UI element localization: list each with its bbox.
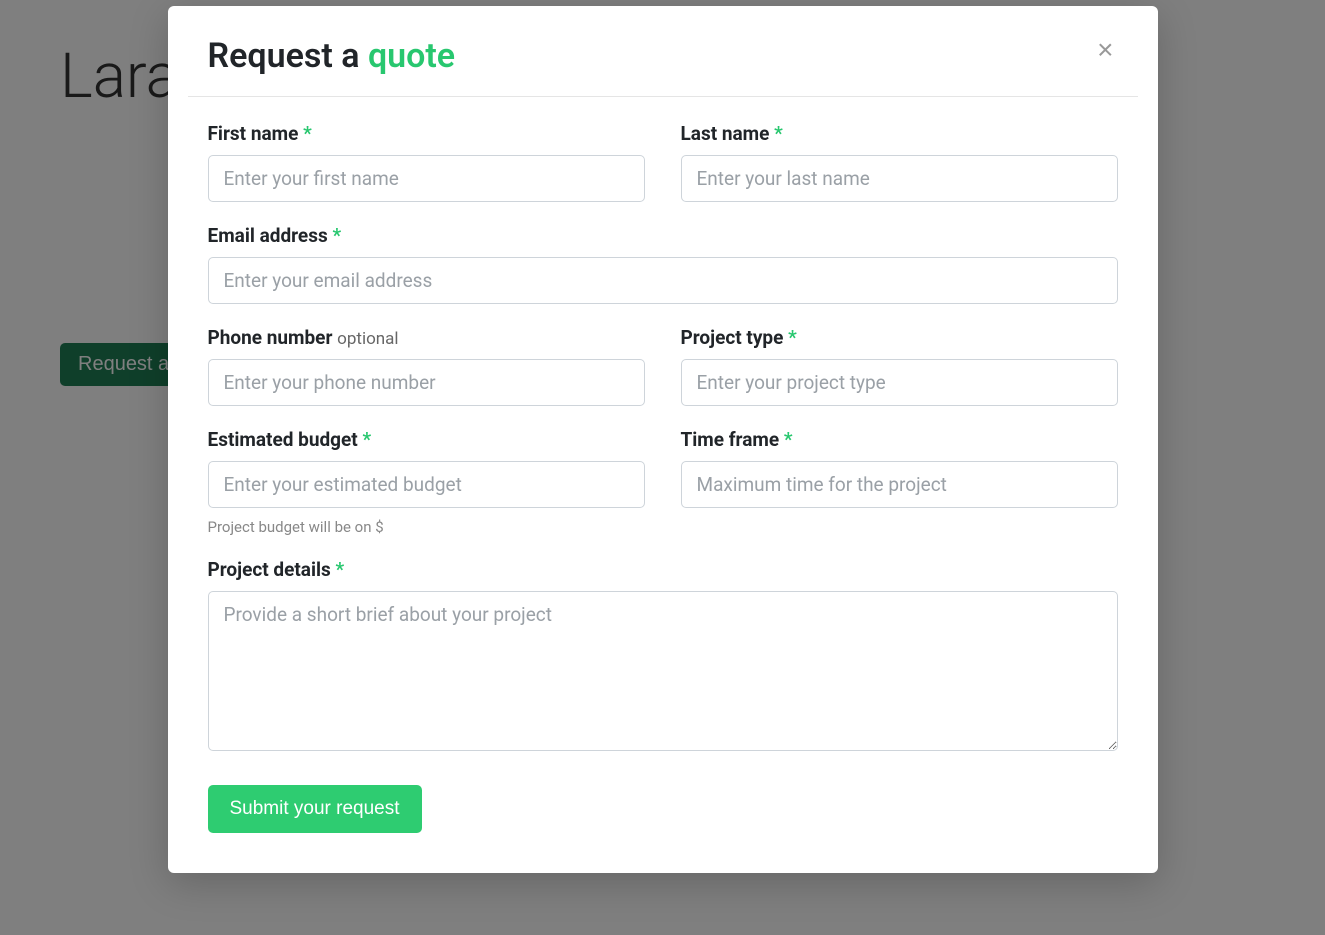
phone-label: Phone number optional: [208, 326, 645, 349]
budget-help-text: Project budget will be on $: [208, 518, 645, 536]
email-group: Email address *: [208, 224, 1118, 304]
details-label: Project details *: [208, 558, 1118, 581]
project-type-group: Project type *: [681, 326, 1118, 406]
project-type-input[interactable]: [681, 359, 1118, 406]
phone-input[interactable]: [208, 359, 645, 406]
email-input[interactable]: [208, 257, 1118, 304]
last-name-label: Last name *: [681, 122, 1118, 145]
last-name-input[interactable]: [681, 155, 1118, 202]
timeframe-label: Time frame *: [681, 428, 1118, 451]
details-group: Project details *: [208, 558, 1118, 755]
close-icon[interactable]: ×: [1093, 36, 1117, 64]
phone-group: Phone number optional: [208, 326, 645, 406]
budget-group: Estimated budget * Project budget will b…: [208, 428, 645, 536]
budget-label: Estimated budget *: [208, 428, 645, 451]
quote-modal: Request a quote × First name * Last name…: [168, 6, 1158, 873]
last-name-group: Last name *: [681, 122, 1118, 202]
modal-title-prefix: Request a: [208, 36, 368, 76]
modal-title: Request a quote: [208, 36, 456, 76]
timeframe-input[interactable]: [681, 461, 1118, 508]
email-label: Email address *: [208, 224, 1118, 247]
first-name-group: First name *: [208, 122, 645, 202]
modal-title-accent: quote: [368, 36, 455, 76]
modal-header: Request a quote ×: [168, 6, 1158, 96]
timeframe-group: Time frame *: [681, 428, 1118, 536]
project-type-label: Project type *: [681, 326, 1118, 349]
details-textarea[interactable]: [208, 591, 1118, 751]
first-name-input[interactable]: [208, 155, 645, 202]
submit-button[interactable]: Submit your request: [208, 785, 422, 833]
first-name-label: First name *: [208, 122, 645, 145]
budget-input[interactable]: [208, 461, 645, 508]
modal-body: First name * Last name * Email address *: [168, 97, 1158, 873]
